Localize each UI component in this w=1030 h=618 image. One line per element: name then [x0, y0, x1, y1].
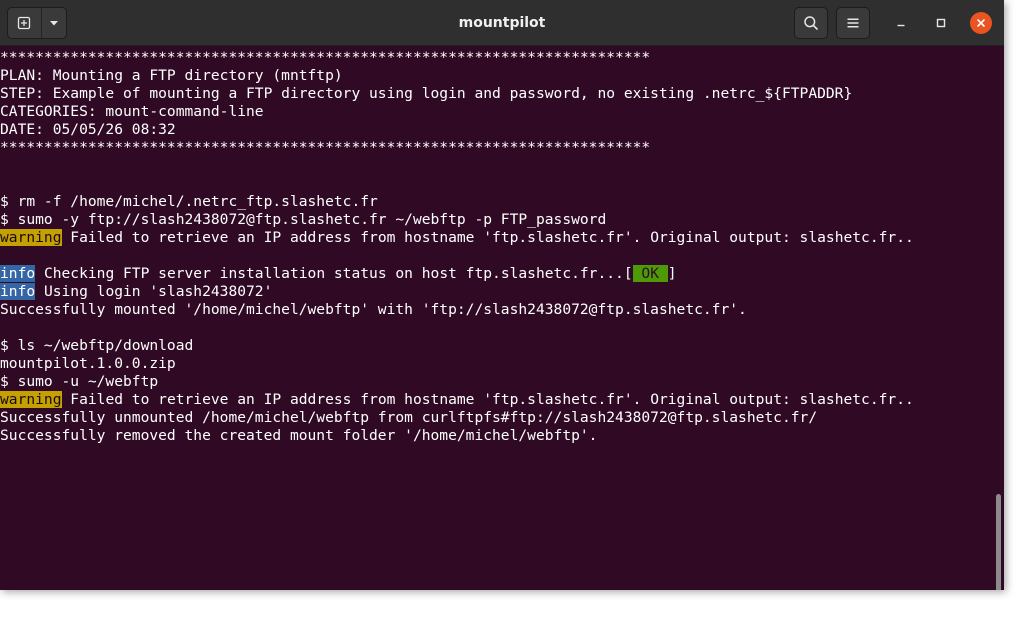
warning-tag: warning: [0, 391, 62, 408]
ls-output-line: mountpilot.1.0.0.zip: [0, 355, 176, 372]
search-button[interactable]: [794, 7, 828, 39]
info-message: Using login 'slash2438072': [35, 283, 273, 300]
mounted-line: Successfully mounted '/home/michel/webft…: [0, 301, 747, 318]
warning-line: warning Failed to retrieve an IP address…: [0, 229, 994, 247]
new-tab-button-group: [7, 7, 67, 39]
search-icon: [804, 16, 818, 30]
command-umount-line: $ sumo -u ~/webftp: [0, 373, 159, 390]
warning-tag: warning: [0, 229, 62, 246]
categories-line: CATEGORIES: mount-command-line: [0, 103, 264, 120]
terminal-window: mountpilot *****************************…: [0, 0, 1004, 590]
minimize-button[interactable]: [890, 12, 912, 34]
maximize-button[interactable]: [930, 12, 952, 34]
removed-line: Successfully removed the created mount f…: [0, 427, 598, 444]
info-tag: info: [0, 265, 36, 282]
ok-status-badge: OK: [632, 265, 668, 282]
info-tag: info: [0, 283, 36, 300]
banner-top-line: ****************************************…: [0, 49, 651, 66]
scrollbar[interactable]: [994, 46, 1004, 590]
unmounted-line: Successfully unmounted /home/michel/webf…: [0, 409, 818, 426]
scrollbar-thumb[interactable]: [996, 494, 1001, 590]
chevron-down-icon: [49, 21, 58, 26]
banner-bottom-line: ****************************************…: [0, 139, 651, 156]
command-ls-line: $ ls ~/webftp/download: [0, 337, 194, 354]
plan-line: PLAN: Mounting a FTP directory (mntftp): [0, 67, 343, 84]
command-mount-line: $ sumo -y ftp://slash2438072@ftp.slashet…: [0, 211, 607, 228]
maximize-icon: [936, 18, 946, 28]
info-check-line: info Checking FTP server installation st…: [0, 265, 994, 283]
new-tab-dropdown-button[interactable]: [42, 8, 66, 38]
new-tab-icon: [18, 16, 31, 30]
minimize-icon: [897, 24, 905, 27]
warning-line: warning Failed to retrieve an IP address…: [0, 391, 994, 409]
info-bracket-end: ]: [667, 265, 677, 282]
close-icon: [977, 19, 985, 27]
warning-message: Failed to retrieve an IP address from ho…: [61, 229, 914, 246]
date-line: DATE: 05/05/26 08:32: [0, 121, 176, 138]
command-rm-line: $ rm -f /home/michel/.netrc_ftp.slashetc…: [0, 193, 378, 210]
header-bar: mountpilot: [0, 0, 1004, 46]
new-tab-button[interactable]: [8, 8, 42, 38]
close-button[interactable]: [970, 12, 992, 34]
info-message: Checking FTP server installation status …: [35, 265, 633, 282]
warning-message: Failed to retrieve an IP address from ho…: [61, 391, 914, 408]
menu-button[interactable]: [836, 7, 870, 39]
hamburger-menu-icon: [847, 18, 859, 28]
step-line: STEP: Example of mounting a FTP director…: [0, 85, 853, 102]
terminal-output[interactable]: ****************************************…: [0, 46, 994, 590]
info-login-line: info Using login 'slash2438072': [0, 283, 994, 301]
